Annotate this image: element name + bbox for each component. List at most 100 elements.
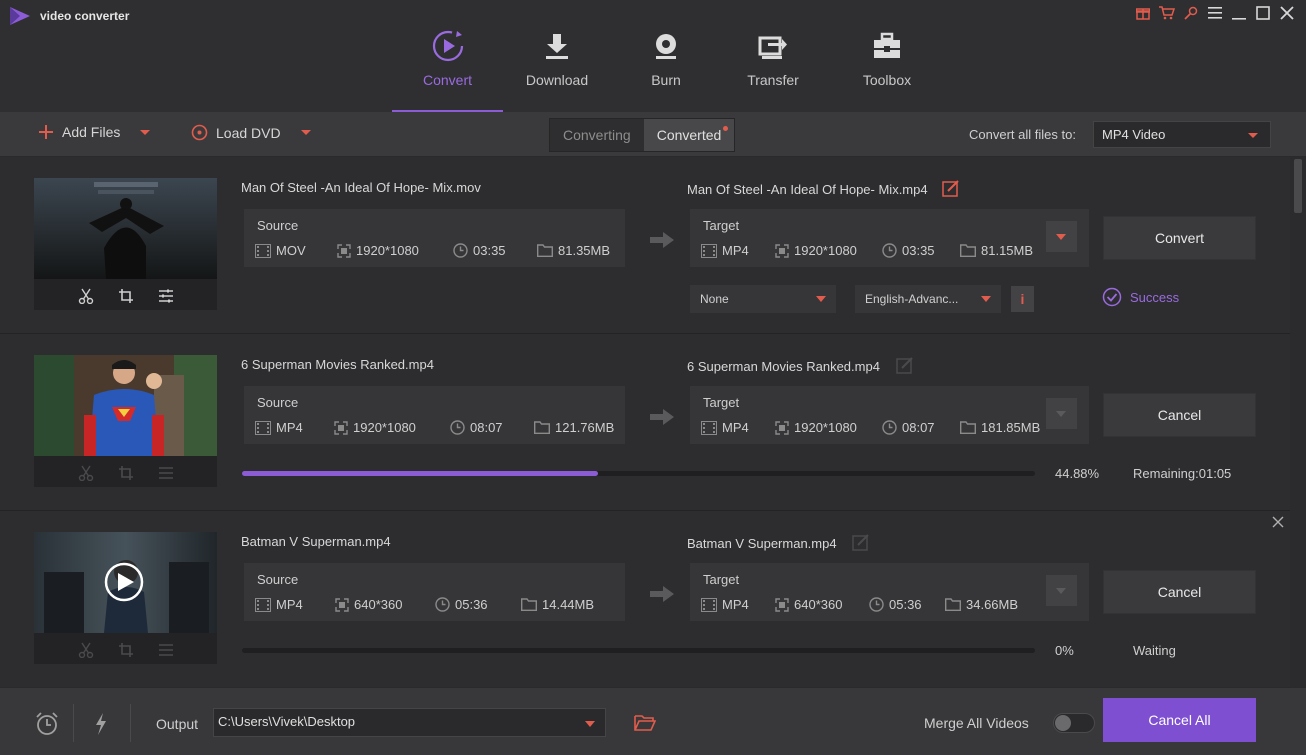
target-info: Target MP4 640*360 05:36 34.66MB <box>690 563 1089 621</box>
source-duration: 08:07 <box>450 420 503 435</box>
resolution-icon <box>335 597 349 612</box>
target-size-value: 181.85MB <box>981 420 1041 435</box>
target-resolution: 1920*1080 <box>775 420 857 435</box>
source-resolution: 1920*1080 <box>334 420 416 435</box>
divider <box>130 704 131 742</box>
film-icon <box>255 597 271 612</box>
thumbnail-tools <box>34 458 217 487</box>
target-file-name: Batman V Superman.mp4 <box>687 536 837 551</box>
target-duration-value: 08:07 <box>902 420 935 435</box>
header: video converter Convert Download Burn Tr… <box>0 0 1306 112</box>
resolution-icon <box>775 420 789 435</box>
target-resolution-value: 1920*1080 <box>794 420 857 435</box>
tab-converting[interactable]: Converting <box>550 119 644 151</box>
output-format-select[interactable]: MP4 Video <box>1093 121 1271 148</box>
add-files-dropdown-icon[interactable] <box>140 129 151 135</box>
transfer-icon <box>755 28 791 64</box>
download-icon <box>539 28 575 64</box>
audio-track-select[interactable]: English-Advanc... <box>855 285 1001 313</box>
menu-icon[interactable] <box>1206 4 1224 22</box>
open-folder-icon[interactable] <box>634 713 656 733</box>
lightning-icon[interactable] <box>88 711 114 737</box>
key-icon[interactable] <box>1182 4 1200 22</box>
cart-icon[interactable] <box>1158 4 1176 22</box>
target-title: Target <box>703 218 740 233</box>
tab-convert[interactable]: Convert <box>392 26 503 112</box>
thumbnail <box>34 178 217 310</box>
target-format-dropdown[interactable] <box>1046 221 1077 252</box>
subtitle-select[interactable]: None <box>690 285 836 313</box>
thumbnail <box>34 355 217 487</box>
target-file-name: 6 Superman Movies Ranked.mp4 <box>687 359 880 374</box>
source-title: Source <box>257 218 299 233</box>
source-resolution-value: 1920*1080 <box>353 420 416 435</box>
source-duration: 03:35 <box>453 243 506 258</box>
load-dvd-dropdown-icon[interactable] <box>300 130 311 135</box>
cancel-button[interactable]: Cancel <box>1103 393 1256 437</box>
output-path-value: C:\Users\Vivek\Desktop <box>218 714 356 729</box>
source-info: Source MP4 640*360 05:36 14.44MB <box>244 563 625 621</box>
file-row: 6 Superman Movies Ranked.mp4 Source MP4 … <box>0 334 1290 511</box>
chevron-down-icon <box>1056 234 1066 240</box>
folder-icon <box>945 598 961 611</box>
tab-burn[interactable]: Burn <box>611 26 721 112</box>
remaining-time: Waiting <box>1133 643 1176 658</box>
tab-transfer[interactable]: Transfer <box>721 26 825 112</box>
cancel-button[interactable]: Cancel <box>1103 570 1256 614</box>
tab-toolbox[interactable]: Toolbox <box>825 26 949 112</box>
crop-icon <box>117 464 135 482</box>
clock-icon <box>882 420 897 435</box>
app-title: video converter <box>40 9 130 23</box>
source-size-value: 121.76MB <box>555 420 615 435</box>
progress-fill <box>242 471 598 476</box>
gift-icon[interactable] <box>1134 4 1152 22</box>
target-file-name: Man Of Steel -An Ideal Of Hope- Mix.mp4 <box>687 182 928 197</box>
maximize-icon[interactable] <box>1254 4 1272 22</box>
video-thumbnail[interactable] <box>34 178 217 279</box>
tab-download[interactable]: Download <box>503 26 611 112</box>
scrollbar-thumb[interactable] <box>1294 159 1302 213</box>
resolution-icon <box>775 597 789 612</box>
close-icon[interactable] <box>1278 4 1296 22</box>
remove-file-icon[interactable] <box>1271 515 1285 529</box>
cancel-all-button[interactable]: Cancel All <box>1103 698 1256 742</box>
check-circle-icon <box>1102 287 1122 307</box>
source-size-value: 81.35MB <box>558 243 611 258</box>
target-duration-value: 05:36 <box>889 597 922 612</box>
source-format: MP4 <box>255 597 303 612</box>
source-duration-value: 03:35 <box>473 243 506 258</box>
source-info: Source MOV 1920*1080 03:35 81.35MB <box>244 209 625 267</box>
minimize-icon[interactable] <box>1230 4 1248 22</box>
dvd-icon <box>191 124 208 141</box>
alarm-clock-icon[interactable] <box>34 711 60 737</box>
scissors-icon[interactable] <box>77 287 95 305</box>
load-dvd-button[interactable]: Load DVD <box>191 124 311 141</box>
scrollbar[interactable] <box>1292 157 1304 687</box>
info-icon: i <box>1020 291 1025 307</box>
crop-icon[interactable] <box>117 287 135 305</box>
effects-icon[interactable] <box>157 287 175 305</box>
clock-icon <box>435 597 450 612</box>
merge-all-toggle[interactable] <box>1053 713 1095 733</box>
clock-icon <box>869 597 884 612</box>
remaining-time: Remaining:01:05 <box>1133 466 1232 481</box>
thumbnail-tools <box>34 281 217 310</box>
toolbox-icon <box>869 28 905 64</box>
source-duration-value: 05:36 <box>455 597 488 612</box>
burn-icon <box>648 28 684 64</box>
target-info: Target MP4 1920*1080 08:07 181.85MB <box>690 386 1089 444</box>
target-title: Target <box>703 572 740 587</box>
info-button[interactable]: i <box>1011 286 1034 312</box>
film-icon <box>701 243 717 258</box>
edit-icon[interactable] <box>942 179 960 197</box>
convert-icon <box>430 28 466 64</box>
target-title: Target <box>703 395 740 410</box>
video-thumbnail[interactable] <box>34 355 217 456</box>
output-path-select[interactable]: C:\Users\Vivek\Desktop <box>213 708 606 737</box>
tab-converted[interactable]: Converted <box>643 119 735 151</box>
add-files-button[interactable]: Add Files <box>38 124 151 140</box>
video-thumbnail[interactable] <box>34 532 217 633</box>
convert-button[interactable]: Convert <box>1103 216 1256 260</box>
edit-icon <box>852 534 869 551</box>
source-duration: 05:36 <box>435 597 488 612</box>
